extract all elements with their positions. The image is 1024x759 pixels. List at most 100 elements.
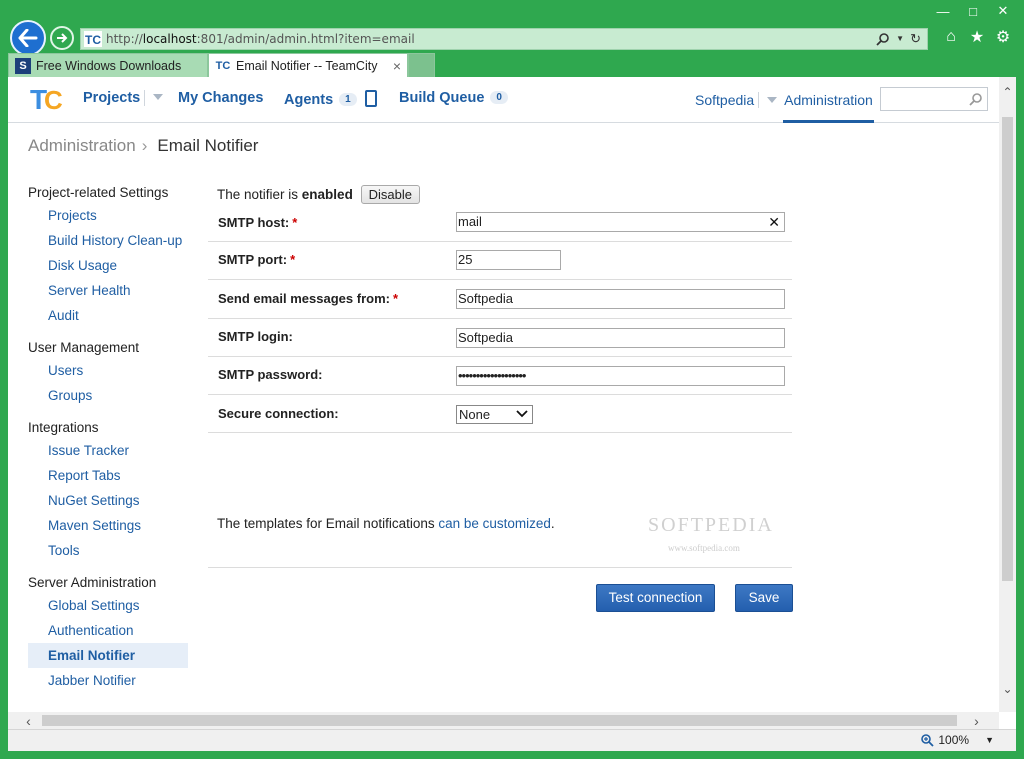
- save-button[interactable]: Save: [735, 584, 793, 612]
- sidebar-item-jabber-notifier[interactable]: Jabber Notifier: [28, 668, 188, 693]
- nav-projects-label: Projects: [83, 90, 141, 106]
- secure-connection-value: None: [459, 407, 491, 422]
- sidebar-item-groups[interactable]: Groups: [28, 383, 188, 408]
- smtp-host-field[interactable]: mail ✕: [456, 212, 785, 232]
- horizontal-scroll-thumb[interactable]: [42, 715, 957, 726]
- nav-agents-label: Agents: [284, 92, 334, 108]
- browser-window: — □ ✕ TC http://localhost:801/admin/admi…: [0, 0, 1024, 759]
- disable-button[interactable]: Disable: [360, 185, 420, 204]
- vertical-scroll-thumb[interactable]: [1002, 117, 1013, 581]
- vertical-scrollbar[interactable]: ⌃ ⌄: [999, 77, 1016, 712]
- sidebar-item-global-settings[interactable]: Global Settings: [28, 593, 188, 618]
- dropdown-icon[interactable]: ▼: [896, 32, 904, 46]
- svg-text:C: C: [44, 85, 63, 113]
- minimize-icon[interactable]: —: [928, 2, 958, 20]
- breadcrumb: Administration › Email Notifier: [28, 136, 258, 156]
- close-tab-icon[interactable]: ×: [393, 58, 401, 74]
- tab-free-windows-downloads[interactable]: S Free Windows Downloads: [8, 53, 208, 77]
- secure-connection-row: Secure connection: None: [208, 395, 792, 433]
- page-title: Email Notifier: [157, 136, 259, 155]
- scroll-right-icon[interactable]: ›: [968, 712, 985, 729]
- sidebar-item-report-tabs[interactable]: Report Tabs: [28, 463, 188, 488]
- smtp-login-field[interactable]: Softpedia: [456, 328, 785, 348]
- smtp-login-row: SMTP login: Softpedia: [208, 319, 792, 357]
- header-search[interactable]: [880, 87, 988, 111]
- horizontal-scrollbar[interactable]: ‹ ›: [8, 712, 999, 729]
- secure-connection-label: Secure connection:: [218, 406, 339, 421]
- sidebar-item-disk-usage[interactable]: Disk Usage: [28, 253, 188, 278]
- scroll-left-icon[interactable]: ‹: [20, 712, 37, 729]
- smtp-port-field[interactable]: 25: [456, 250, 561, 270]
- window-controls: — □ ✕: [928, 2, 1018, 20]
- scroll-up-icon[interactable]: ⌃: [999, 83, 1016, 100]
- chevron-down-icon[interactable]: [767, 97, 778, 103]
- home-icon[interactable]: ⌂: [942, 28, 960, 46]
- tab-email-notifier[interactable]: TC Email Notifier -- TeamCity ×: [208, 53, 408, 77]
- form-divider: [208, 567, 792, 568]
- tab-label: Free Windows Downloads: [36, 58, 182, 73]
- sidebar-group-title: Integrations: [28, 420, 99, 435]
- admin-sidebar: Project-related Settings Projects Build …: [28, 183, 188, 693]
- address-bar[interactable]: TC http://localhost:801/admin/admin.html…: [80, 28, 928, 50]
- sidebar-item-server-health[interactable]: Server Health: [28, 278, 188, 303]
- sidebar-item-users[interactable]: Users: [28, 358, 188, 383]
- smtp-host-label: SMTP host: *: [218, 215, 298, 230]
- sidebar-item-build-history-clean-up[interactable]: Build History Clean-up: [28, 228, 188, 253]
- refresh-icon[interactable]: ↻: [910, 32, 921, 46]
- test-connection-button[interactable]: Test connection: [596, 584, 715, 612]
- search-input[interactable]: [881, 88, 965, 110]
- agents-count-badge: 1: [339, 93, 357, 106]
- back-button[interactable]: [10, 20, 46, 56]
- nav-agents[interactable]: Agents 1: [284, 90, 377, 108]
- teamcity-logo-icon[interactable]: T C: [30, 83, 64, 113]
- nav-my-changes[interactable]: My Changes: [178, 90, 263, 106]
- close-window-icon[interactable]: ✕: [988, 2, 1018, 20]
- build-queue-count-badge: 0: [490, 91, 508, 104]
- nav-build-queue[interactable]: Build Queue 0: [399, 90, 508, 106]
- sidebar-item-maven-settings[interactable]: Maven Settings: [28, 513, 188, 538]
- smtp-login-label: SMTP login:: [218, 329, 293, 344]
- from-label: Send email messages from: *: [218, 291, 399, 306]
- sidebar-item-email-notifier[interactable]: Email Notifier: [28, 643, 188, 668]
- gear-icon[interactable]: ⚙: [994, 28, 1012, 46]
- sidebar-item-audit[interactable]: Audit: [28, 303, 188, 328]
- smtp-host-value: mail: [458, 214, 482, 229]
- new-tab-button[interactable]: [408, 53, 435, 77]
- user-menu[interactable]: Softpedia: [695, 92, 778, 108]
- sidebar-item-projects[interactable]: Projects: [28, 203, 188, 228]
- notifier-status: The notifier is enabled Disable: [217, 185, 420, 204]
- zoom-icon: [921, 734, 935, 747]
- nav-projects[interactable]: Projects: [83, 90, 164, 106]
- clear-field-icon[interactable]: ✕: [768, 213, 780, 231]
- nav-administration[interactable]: Administration: [783, 77, 874, 123]
- zoom-level: 100%: [938, 733, 970, 747]
- chevron-down-icon[interactable]: [153, 94, 164, 100]
- arrow-left-icon: [18, 29, 38, 47]
- sidebar-item-tools[interactable]: Tools: [28, 538, 188, 563]
- from-field[interactable]: Softpedia: [456, 289, 785, 309]
- softpedia-icon: S: [15, 57, 31, 74]
- sidebar-item-issue-tracker[interactable]: Issue Tracker: [28, 438, 188, 463]
- search-icon[interactable]: [969, 92, 983, 106]
- favorites-star-icon[interactable]: ★: [968, 28, 986, 46]
- chevron-down-icon[interactable]: ▼: [985, 735, 994, 745]
- maximize-icon[interactable]: □: [958, 2, 988, 20]
- secure-connection-select[interactable]: None: [456, 405, 533, 424]
- zoom-control[interactable]: 100% ▼: [920, 733, 994, 747]
- customize-templates-link[interactable]: can be customized: [438, 516, 551, 531]
- url-text[interactable]: http://localhost:801/admin/admin.html?it…: [106, 32, 415, 46]
- svg-text:TC: TC: [85, 33, 101, 47]
- search-icon[interactable]: [876, 32, 890, 46]
- sidebar-group-title: User Management: [28, 340, 140, 355]
- from-row: Send email messages from: * Softpedia: [208, 280, 792, 319]
- templates-note: The templates for Email notifications ca…: [217, 516, 555, 531]
- forward-button[interactable]: [50, 26, 74, 50]
- scroll-down-icon[interactable]: ⌄: [999, 680, 1016, 697]
- sidebar-group-title: Project-related Settings: [28, 185, 169, 200]
- sidebar-item-nuget-settings[interactable]: NuGet Settings: [28, 488, 188, 513]
- smtp-password-field[interactable]: •••••••••••••••••••: [456, 366, 785, 386]
- breadcrumb-parent[interactable]: Administration: [28, 136, 136, 156]
- status-prefix: The notifier is: [217, 187, 302, 202]
- sidebar-item-authentication[interactable]: Authentication: [28, 618, 188, 643]
- user-name: Softpedia: [695, 92, 755, 108]
